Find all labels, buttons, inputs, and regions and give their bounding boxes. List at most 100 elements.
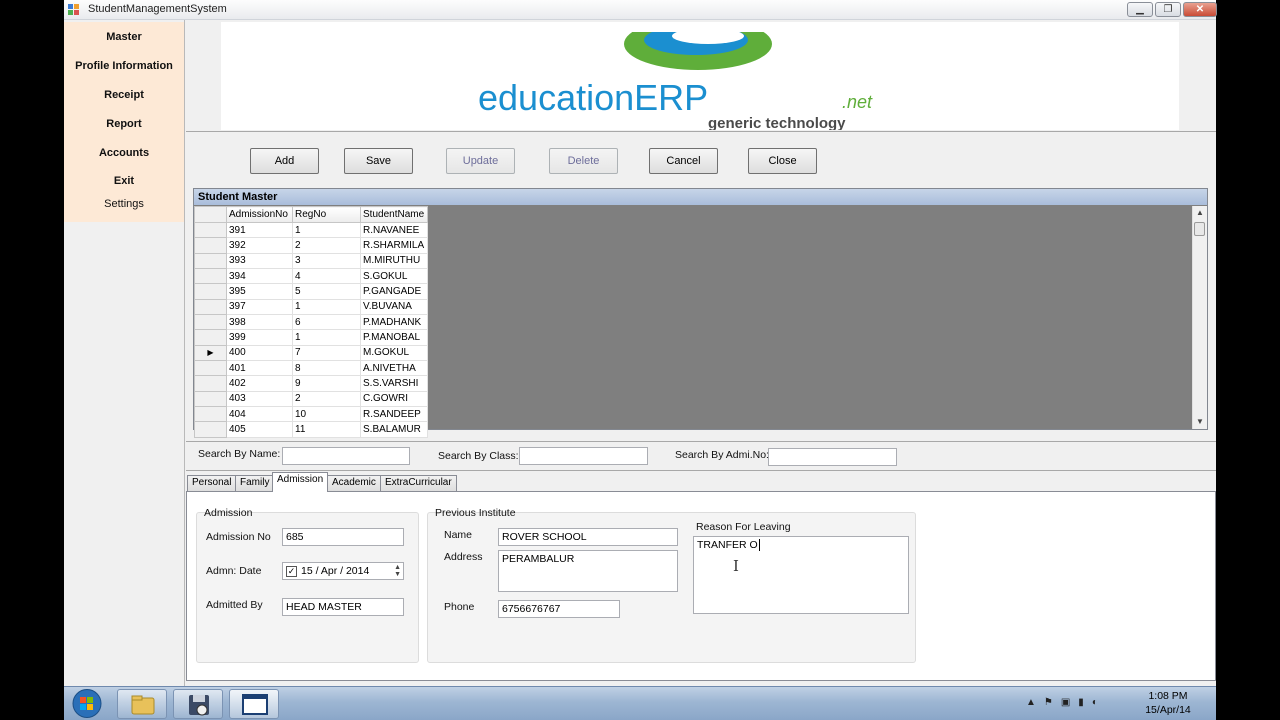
cell-admissionno[interactable]: 402: [226, 375, 293, 392]
title-bar[interactable]: StudentManagementSystem: [64, 0, 1216, 20]
cell-regno[interactable]: 7: [292, 344, 361, 362]
column-header-studentname[interactable]: StudentName: [360, 206, 428, 223]
cell-admissionno[interactable]: 401: [226, 360, 293, 377]
cell-studentname[interactable]: P.MADHANK: [360, 314, 428, 331]
table-row[interactable]: 403 2 C.GOWRI: [194, 390, 428, 408]
update-button[interactable]: Update: [446, 148, 515, 174]
grid-scrollbar[interactable]: ▲ ▼: [1192, 206, 1207, 429]
cell-admissionno[interactable]: 393: [226, 252, 293, 270]
taskbar-explorer[interactable]: [117, 689, 167, 719]
scroll-up-arrow[interactable]: ▲: [1196, 208, 1204, 217]
row-header[interactable]: [194, 221, 227, 239]
cell-regno[interactable]: 3: [292, 252, 361, 270]
cell-admissionno[interactable]: 395: [226, 283, 293, 300]
table-row[interactable]: 404 10 R.SANDEEP: [194, 406, 428, 423]
cell-admissionno[interactable]: 399: [226, 329, 293, 346]
cell-regno[interactable]: 6: [292, 314, 361, 331]
date-spin-icon[interactable]: ▲ ▼: [394, 564, 401, 578]
delete-button[interactable]: Delete: [549, 148, 618, 174]
cell-admissionno[interactable]: 400: [226, 344, 293, 362]
sidebar-item-accounts[interactable]: Accounts: [64, 147, 184, 159]
row-header[interactable]: [194, 237, 227, 254]
save-button[interactable]: Save: [344, 148, 413, 174]
row-header[interactable]: [194, 360, 227, 377]
prev-name-field[interactable]: ROVER SCHOOL: [498, 528, 678, 546]
cell-studentname[interactable]: M.GOKUL: [360, 344, 428, 362]
cell-studentname[interactable]: A.NIVETHA: [360, 360, 428, 377]
table-row[interactable]: 397 1 V.BUVANA: [194, 298, 428, 316]
cell-studentname[interactable]: S.GOKUL: [360, 268, 428, 285]
prev-address-field[interactable]: PERAMBALUR: [498, 550, 678, 592]
start-button[interactable]: [70, 688, 104, 719]
minimize-button[interactable]: ▁: [1127, 2, 1153, 17]
cell-regno[interactable]: 1: [292, 221, 361, 239]
cell-regno[interactable]: 1: [292, 298, 361, 316]
cell-admissionno[interactable]: 403: [226, 390, 293, 408]
table-row[interactable]: 399 1 P.MANOBAL: [194, 329, 428, 346]
cell-admissionno[interactable]: 392: [226, 237, 293, 254]
reason-for-leaving-field[interactable]: TRANFER O: [693, 536, 909, 614]
close-window-button[interactable]: ✕: [1183, 2, 1217, 17]
tab-admission[interactable]: Admission: [272, 472, 329, 492]
cell-admissionno[interactable]: 391: [226, 221, 293, 239]
cell-studentname[interactable]: P.MANOBAL: [360, 329, 428, 346]
sidebar-item-receipt[interactable]: Receipt: [64, 89, 184, 101]
table-row[interactable]: 392 2 R.SHARMILA: [194, 237, 428, 254]
sidebar-item-settings[interactable]: Settings: [64, 198, 184, 210]
cancel-button[interactable]: Cancel: [649, 148, 718, 174]
row-header[interactable]: [194, 390, 227, 408]
row-header[interactable]: [194, 283, 227, 300]
date-checkbox[interactable]: ✓: [286, 566, 297, 577]
tab-academic[interactable]: Academic: [327, 475, 381, 491]
cell-regno[interactable]: 8: [292, 360, 361, 377]
row-header[interactable]: [194, 314, 227, 331]
sidebar-item-exit[interactable]: Exit: [64, 175, 184, 187]
search-by-name-input[interactable]: [282, 447, 410, 465]
admitted-by-field[interactable]: HEAD MASTER: [282, 598, 404, 616]
column-header-admissionno[interactable]: AdmissionNo: [226, 206, 293, 223]
cell-admissionno[interactable]: 394: [226, 268, 293, 285]
tab-family[interactable]: Family: [235, 475, 275, 491]
cell-admissionno[interactable]: 404: [226, 406, 293, 423]
table-row[interactable]: 402 9 S.S.VARSHI: [194, 375, 428, 392]
table-row[interactable]: 391 1 R.NAVANEE: [194, 221, 428, 239]
table-row[interactable]: 405 11 S.BALAMUR: [194, 421, 428, 438]
cell-regno[interactable]: 11: [292, 421, 361, 438]
row-header[interactable]: [194, 375, 227, 392]
add-button[interactable]: Add: [250, 148, 319, 174]
tab-extracurricular[interactable]: ExtraCurricular: [380, 475, 457, 491]
scroll-down-arrow[interactable]: ▼: [1196, 417, 1204, 426]
cell-studentname[interactable]: C.GOWRI: [360, 390, 428, 408]
sidebar-item-master[interactable]: Master: [64, 31, 184, 43]
cell-regno[interactable]: 4: [292, 268, 361, 285]
row-header[interactable]: [194, 421, 227, 438]
column-header-regno[interactable]: RegNo: [292, 206, 361, 223]
cell-regno[interactable]: 2: [292, 390, 361, 408]
row-header[interactable]: ▶: [194, 344, 227, 362]
table-row[interactable]: 401 8 A.NIVETHA: [194, 360, 428, 377]
cell-regno[interactable]: 5: [292, 283, 361, 300]
prev-phone-field[interactable]: 6756676767: [498, 600, 620, 618]
cell-regno[interactable]: 9: [292, 375, 361, 392]
table-row[interactable]: ▶ 400 7 M.GOKUL: [194, 344, 428, 362]
search-by-admno-input[interactable]: [768, 448, 897, 466]
tab-personal[interactable]: Personal: [187, 475, 237, 491]
table-row[interactable]: 393 3 M.MIRUTHU: [194, 252, 428, 270]
row-header[interactable]: [194, 268, 227, 285]
taskbar-app-window[interactable]: [229, 689, 279, 719]
cell-regno[interactable]: 2: [292, 237, 361, 254]
cell-regno[interactable]: 10: [292, 406, 361, 423]
cell-studentname[interactable]: R.SANDEEP: [360, 406, 428, 423]
cell-studentname[interactable]: S.BALAMUR: [360, 421, 428, 438]
cell-regno[interactable]: 1: [292, 329, 361, 346]
close-button[interactable]: Close: [748, 148, 817, 174]
row-header[interactable]: [194, 298, 227, 316]
row-header[interactable]: [194, 252, 227, 270]
cell-studentname[interactable]: R.NAVANEE: [360, 221, 428, 239]
table-row[interactable]: 398 6 P.MADHANK: [194, 314, 428, 331]
sidebar-item-profile-information[interactable]: Profile Information: [64, 60, 184, 72]
taskbar-app-disk[interactable]: [173, 689, 223, 719]
cell-admissionno[interactable]: 397: [226, 298, 293, 316]
admission-no-field[interactable]: 685: [282, 528, 404, 546]
cell-studentname[interactable]: S.S.VARSHI: [360, 375, 428, 392]
